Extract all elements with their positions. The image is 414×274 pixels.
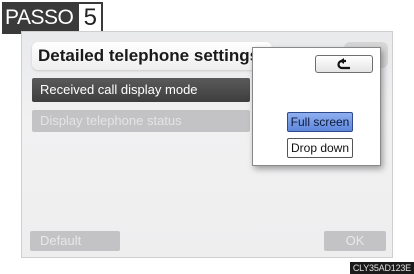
received-call-display-mode-button[interactable]: Received call display mode: [32, 78, 250, 102]
nav-screen: Detailed telephone settings ↶ Received c…: [21, 31, 393, 258]
step-badge: PASSO 5: [2, 2, 104, 34]
display-telephone-status-button: Display telephone status: [32, 110, 250, 132]
ok-button: OK: [324, 231, 386, 251]
default-button: Default: [30, 231, 120, 251]
drop-down-option[interactable]: Drop down: [287, 138, 353, 158]
full-screen-option[interactable]: Full screen: [287, 112, 353, 132]
step-number: 5: [77, 2, 104, 34]
title-bar: Detailed telephone settings: [32, 42, 272, 70]
image-code: CLY35AD123E: [349, 262, 414, 274]
display-mode-popup: Full screen Drop down: [252, 47, 381, 166]
popup-back-button[interactable]: [315, 55, 373, 73]
step-word: PASSO: [2, 2, 78, 34]
back-arrow-icon: [337, 58, 350, 70]
page-title: Detailed telephone settings: [38, 46, 260, 65]
manual-illustration: PASSO 5 Detailed telephone settings ↶ Re…: [0, 0, 414, 274]
